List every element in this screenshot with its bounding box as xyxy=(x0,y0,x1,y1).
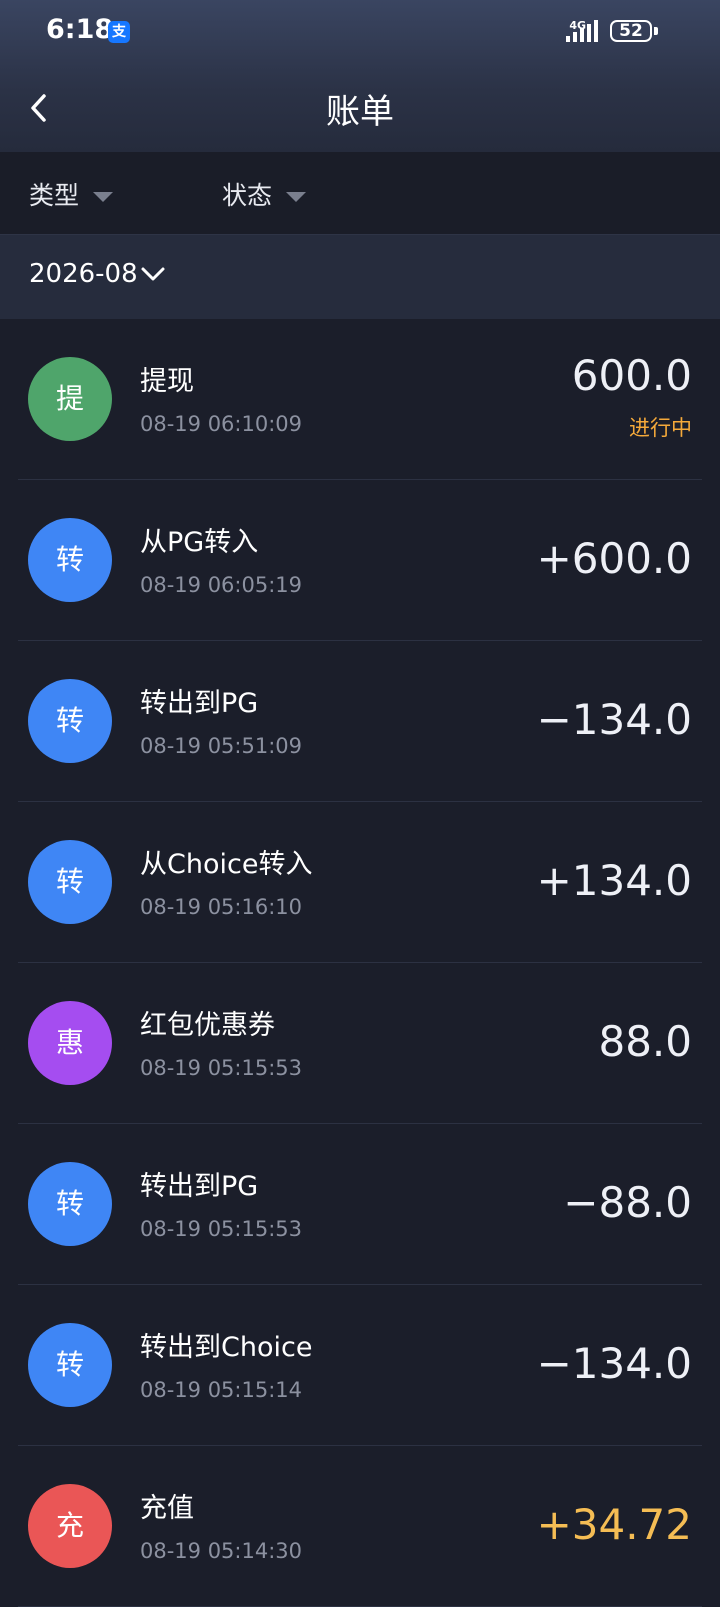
page-title: 账单 xyxy=(326,92,394,132)
transaction-title: 提现 xyxy=(140,366,194,397)
transaction-list: 提 提现 08-19 06:10:09 600.0 进行中 转 从PG转入 08… xyxy=(0,319,720,1607)
transaction-row[interactable]: 充 充值 08-19 05:14:30 +34.72 xyxy=(18,1446,702,1607)
transaction-time: 08-19 05:16:10 xyxy=(140,895,303,919)
app-header: 6:18 支 4G 52 账单 xyxy=(0,0,720,152)
transaction-type-icon: 转 xyxy=(28,1162,112,1246)
chevron-down-icon xyxy=(141,267,165,281)
transaction-title: 从PG转入 xyxy=(140,527,259,558)
battery-icon: 52 xyxy=(610,20,652,42)
transaction-status: 进行中 xyxy=(629,416,692,440)
status-time: 6:18 xyxy=(46,14,114,45)
transaction-amount: −88.0 xyxy=(563,1178,692,1227)
signal-strength-icon xyxy=(566,20,598,42)
transaction-row[interactable]: 转 转出到PG 08-19 05:51:09 −134.0 xyxy=(18,641,702,802)
transaction-title: 转出到Choice xyxy=(140,1332,313,1363)
alipay-app-icon: 支 xyxy=(108,21,130,43)
transaction-amount: −134.0 xyxy=(536,1339,692,1388)
transaction-time: 08-19 05:15:14 xyxy=(140,1378,303,1402)
transaction-row[interactable]: 惠 红包优惠券 08-19 05:15:53 88.0 xyxy=(18,963,702,1124)
transaction-type-icon: 充 xyxy=(28,1484,112,1568)
transaction-title: 转出到PG xyxy=(140,688,259,719)
transaction-type-icon: 转 xyxy=(28,679,112,763)
transaction-title: 转出到PG xyxy=(140,1171,259,1202)
status-bar: 6:18 支 4G 52 xyxy=(0,0,720,64)
transaction-amount: 600.0 xyxy=(571,351,692,400)
transaction-time: 08-19 05:14:30 xyxy=(140,1539,303,1563)
transaction-time: 08-19 05:51:09 xyxy=(140,734,303,758)
transaction-title: 红包优惠券 xyxy=(140,1010,275,1041)
transaction-type-icon: 提 xyxy=(28,357,112,441)
caret-down-icon xyxy=(93,192,114,202)
month-label: 2026-08 xyxy=(29,259,138,289)
type-filter-label: 类型 xyxy=(29,181,80,210)
transaction-row[interactable]: 转 转出到PG 08-19 05:15:53 −88.0 xyxy=(18,1124,702,1285)
transaction-amount: 88.0 xyxy=(598,1017,692,1066)
transaction-amount: +134.0 xyxy=(536,856,692,905)
transaction-time: 08-19 05:15:53 xyxy=(140,1056,303,1080)
month-selector[interactable]: 2026-08 xyxy=(0,234,720,319)
transaction-type-icon: 转 xyxy=(28,840,112,924)
battery-tip xyxy=(654,27,658,35)
transaction-amount: +34.72 xyxy=(536,1500,692,1549)
filter-bar: 类型 状态 xyxy=(0,152,720,234)
transaction-row[interactable]: 提 提现 08-19 06:10:09 600.0 进行中 xyxy=(18,319,702,480)
status-filter-dropdown[interactable]: 状态 xyxy=(222,176,307,212)
nav-bar: 账单 xyxy=(0,64,720,152)
transaction-amount: −134.0 xyxy=(536,695,692,744)
transaction-title: 从Choice转入 xyxy=(140,849,313,880)
transaction-time: 08-19 06:05:19 xyxy=(140,573,303,597)
transaction-type-icon: 惠 xyxy=(28,1001,112,1085)
transaction-title: 充值 xyxy=(140,1493,194,1524)
transaction-time: 08-19 06:10:09 xyxy=(140,412,303,436)
transaction-type-icon: 转 xyxy=(28,518,112,602)
transaction-time: 08-19 05:15:53 xyxy=(140,1217,303,1241)
status-filter-label: 状态 xyxy=(222,181,273,210)
transaction-row[interactable]: 转 从PG转入 08-19 06:05:19 +600.0 xyxy=(18,480,702,641)
transaction-row[interactable]: 转 转出到Choice 08-19 05:15:14 −134.0 xyxy=(18,1285,702,1446)
transaction-type-icon: 转 xyxy=(28,1323,112,1407)
type-filter-dropdown[interactable]: 类型 xyxy=(29,176,114,212)
transaction-amount: +600.0 xyxy=(536,534,692,583)
transaction-row[interactable]: 转 从Choice转入 08-19 05:16:10 +134.0 xyxy=(18,802,702,963)
caret-down-icon xyxy=(286,192,307,202)
